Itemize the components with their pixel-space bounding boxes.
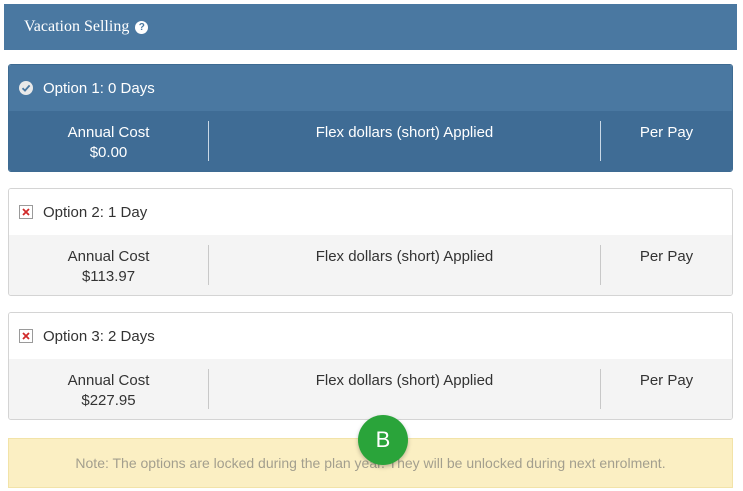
option-header: Option 2: 1 Day [9,189,732,235]
option-details: Annual Cost $113.97 Flex dollars (short)… [9,235,732,295]
annual-cost-value: $227.95 [81,392,136,409]
check-icon [19,81,33,95]
option-title: Option 1: 0 Days [43,79,155,97]
option-card-3[interactable]: Option 3: 2 Days Annual Cost $227.95 Fle… [8,312,733,420]
per-pay-label: Per Pay [639,124,694,141]
annual-cost-cell: Annual Cost $0.00 [9,111,208,171]
per-pay-cell: Per Pay [601,359,732,419]
option-card-2[interactable]: Option 2: 1 Day Annual Cost $113.97 Flex… [8,188,733,296]
flex-dollars-label: Flex dollars (short) Applied [315,124,494,141]
flex-dollars-label: Flex dollars (short) Applied [315,372,494,389]
annual-cost-cell: Annual Cost $113.97 [9,235,208,295]
option-header: Option 1: 0 Days [9,65,732,111]
option-title: Option 2: 1 Day [43,203,148,221]
per-pay-label: Per Pay [639,372,694,389]
per-pay-cell: Per Pay [601,111,732,171]
option-header: Option 3: 2 Days [9,313,732,359]
x-icon [19,205,33,219]
annual-cost-cell: Annual Cost $227.95 [9,359,208,419]
annotation-marker-b: B [358,415,408,465]
per-pay-label: Per Pay [639,248,694,265]
flex-dollars-cell: Flex dollars (short) Applied [209,359,600,419]
help-icon[interactable]: ? [135,20,149,34]
option-card-1[interactable]: Option 1: 0 Days Annual Cost $0.00 Flex … [8,64,733,172]
flex-dollars-label: Flex dollars (short) Applied [315,248,494,265]
annual-cost-label: Annual Cost [67,124,150,141]
x-icon [19,329,33,343]
flex-dollars-cell: Flex dollars (short) Applied [209,111,600,171]
option-title: Option 3: 2 Days [43,327,155,345]
annual-cost-value: $113.97 [81,268,136,285]
option-details: Annual Cost $0.00 Flex dollars (short) A… [9,111,732,171]
flex-dollars-cell: Flex dollars (short) Applied [209,235,600,295]
annual-cost-value: $0.00 [89,144,128,161]
annual-cost-label: Annual Cost [67,248,150,265]
annual-cost-label: Annual Cost [67,372,150,389]
section-title: Vacation Selling [24,18,130,35]
per-pay-cell: Per Pay [601,235,732,295]
section-header: Vacation Selling ? [4,4,737,50]
option-details: Annual Cost $227.95 Flex dollars (short)… [9,359,732,419]
